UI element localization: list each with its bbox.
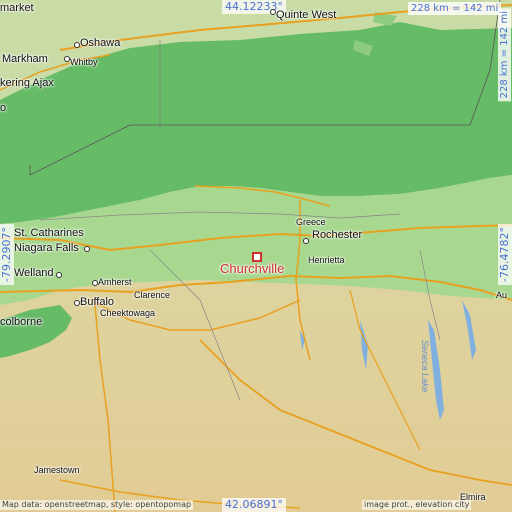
city-dot [64, 56, 70, 62]
credit-right: image prot., elevation city [362, 500, 472, 510]
place-amherst: Amherst [98, 277, 132, 287]
place-quinte-west: Quinte West [276, 9, 337, 21]
place-oshawa: Oshawa [80, 37, 121, 49]
city-dot [84, 246, 90, 252]
city-dot [303, 238, 309, 244]
place-clarence: Clarence [134, 290, 171, 300]
place-whitby: Whitby [70, 57, 98, 67]
place-jamestown: Jamestown [34, 465, 80, 475]
place-st-catharines: St. Catharines [14, 227, 84, 239]
place-buffalo: Buffalo [80, 296, 115, 308]
place-henrietta: Henrietta [308, 255, 345, 265]
credit-left: Map data: openstreetmap, style: opentopo… [0, 500, 194, 510]
place-colborne: colborne [0, 316, 43, 328]
highlight-place-label: Churchville [220, 261, 285, 276]
scale-vertical: 228 km = 142 mi [498, 8, 511, 102]
city-dot [74, 300, 80, 306]
place-niagara-falls: Niagara Falls [14, 242, 79, 254]
label-seneca-lake: Seneca Lake [420, 340, 430, 393]
map[interactable]: 44.12233° 42.06891° -79.2907° -76.4782° … [0, 0, 512, 512]
city-dot [56, 272, 62, 278]
place-markham: Markham [2, 53, 48, 65]
place-auburn: Au [496, 290, 508, 300]
coord-bottom: 42.06891° [222, 498, 286, 512]
place-greece: Greece [296, 217, 326, 227]
coord-right: -76.4782° [498, 224, 512, 285]
city-dot [92, 280, 98, 286]
city-dot [74, 42, 80, 48]
place-pickering-ajax: kering Ajax [0, 77, 54, 89]
city-dot [270, 9, 276, 15]
place-cheektowaga: Cheektowaga [100, 308, 156, 318]
coord-left: -79.2907° [0, 224, 14, 285]
place-rochester: Rochester [312, 229, 363, 241]
place-o: o [0, 102, 7, 114]
place-welland: Welland [14, 267, 54, 279]
scale-horizontal: 228 km = 142 mi [408, 2, 502, 15]
place-market: market [0, 2, 34, 14]
